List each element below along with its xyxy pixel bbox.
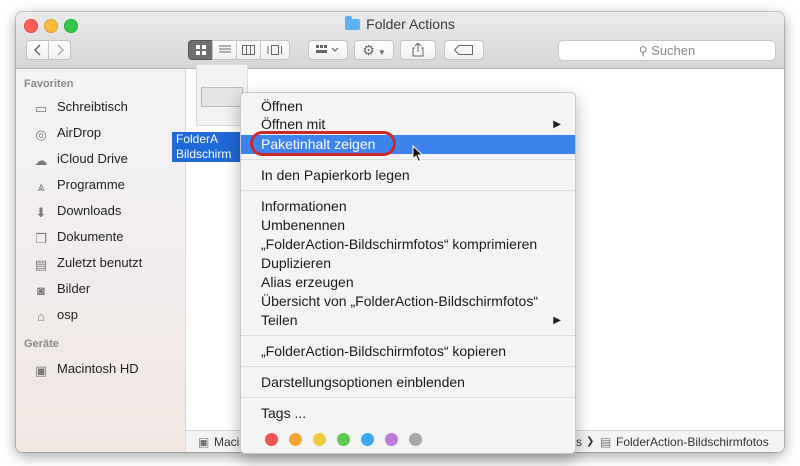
- chevron-right-icon: [56, 44, 64, 56]
- tag-color-dot[interactable]: [337, 433, 350, 446]
- applications-icon: ⩓: [37, 179, 45, 194]
- sidebar-item-pictures[interactable]: ◙ Bilder: [32, 278, 90, 300]
- forward-button[interactable]: [48, 40, 71, 60]
- list-view-button[interactable]: [212, 40, 237, 60]
- icon-view-button[interactable]: [188, 40, 213, 60]
- gear-icon: ⚙: [362, 42, 375, 58]
- desktop-icon: ▭: [34, 101, 48, 116]
- share-button[interactable]: [400, 40, 436, 60]
- tag-button[interactable]: [444, 40, 484, 60]
- file-label-line1[interactable]: FolderA: [172, 132, 242, 147]
- search-placeholder: Suchen: [651, 43, 696, 58]
- menu-item-rename[interactable]: Umbenennen: [241, 216, 575, 235]
- list-icon: [218, 45, 231, 53]
- sidebar-item-downloads[interactable]: ⬇ Downloads: [32, 200, 122, 222]
- submenu-arrow-icon: ▶: [553, 119, 561, 130]
- menu-item-make-alias[interactable]: Alias erzeugen: [241, 273, 575, 292]
- back-button[interactable]: [26, 40, 49, 60]
- search-icon: ⚲: [638, 44, 648, 58]
- tag-color-dot[interactable]: [409, 433, 422, 446]
- path-segment-current[interactable]: FolderAction-Bildschirmfotos: [616, 431, 769, 452]
- sidebar-item-applications[interactable]: ⩓ Programme: [32, 174, 125, 196]
- documents-icon: ❐: [35, 231, 47, 246]
- sidebar: Favoriten ▭ Schreibtisch ◎ AirDrop ☁ iCloud…: [16, 69, 186, 452]
- tag-icon: [453, 45, 473, 55]
- menu-item-open[interactable]: Öffnen: [241, 97, 575, 116]
- arrange-button[interactable]: [308, 40, 348, 60]
- sidebar-item-icloud[interactable]: ☁ iCloud Drive: [32, 148, 128, 170]
- column-view-button[interactable]: [236, 40, 261, 60]
- window-title: Folder Actions: [16, 16, 784, 32]
- coverflow-icon: [267, 45, 282, 55]
- path-segment-start[interactable]: Maci: [214, 431, 239, 452]
- recents-icon: ▤: [34, 257, 48, 272]
- airdrop-icon: ◎: [35, 127, 47, 142]
- annotation-highlight-ring: [250, 131, 396, 156]
- downloads-icon: ⬇: [35, 205, 47, 220]
- sidebar-item-documents[interactable]: ❐ Dokumente: [32, 226, 123, 248]
- arrange-icon: [316, 45, 339, 53]
- tag-color-dot[interactable]: [361, 433, 374, 446]
- menu-item-share[interactable]: Teilen ▶: [241, 311, 575, 330]
- screenshot-preview: [201, 87, 243, 107]
- sidebar-item-desktop[interactable]: ▭ Schreibtisch: [32, 96, 128, 118]
- menu-item-show-view-options[interactable]: Darstellungsoptionen einblenden: [241, 373, 575, 392]
- action-menu-button[interactable]: ⚙ ▼: [354, 40, 394, 60]
- menu-item-compress[interactable]: „FolderAction-Bildschirmfotos“ komprimie…: [241, 235, 575, 254]
- menu-item-copy[interactable]: „FolderAction-Bildschirmfotos“ kopieren: [241, 342, 575, 361]
- share-icon: [412, 42, 424, 57]
- home-icon: ⌂: [37, 309, 45, 324]
- coverflow-view-button[interactable]: [260, 40, 290, 60]
- path-separator-icon: ❯: [586, 436, 595, 447]
- menu-item-get-info[interactable]: Informationen: [241, 197, 575, 216]
- tag-color-dot[interactable]: [385, 433, 398, 446]
- folder-icon: [345, 16, 361, 30]
- menu-separator: [241, 190, 575, 191]
- file-label-line2[interactable]: Bildschirm: [172, 147, 242, 162]
- chevron-down-icon: ▼: [377, 48, 386, 57]
- columns-icon: [242, 45, 255, 55]
- menu-separator: [241, 366, 575, 367]
- titlebar: Folder Actions ⚙ ▼ ⚲ Suchen: [16, 12, 784, 69]
- sidebar-item-airdrop[interactable]: ◎ AirDrop: [32, 122, 101, 144]
- tag-color-dot[interactable]: [313, 433, 326, 446]
- path-segment-end[interactable]: s: [576, 431, 582, 452]
- menu-item-quick-look[interactable]: Übersicht von „FolderAction-Bildschirmfo…: [241, 292, 575, 311]
- chevron-left-icon: [33, 44, 41, 56]
- camera-icon: ◙: [37, 283, 45, 298]
- menu-separator: [241, 335, 575, 336]
- tag-color-dot[interactable]: [289, 433, 302, 446]
- grid-icon: [195, 45, 206, 55]
- harddrive-icon: ▣: [34, 363, 48, 378]
- menu-item-tags[interactable]: Tags ...: [241, 404, 575, 423]
- sidebar-item-home[interactable]: ⌂ osp: [32, 304, 78, 326]
- submenu-arrow-icon: ▶: [553, 315, 561, 326]
- tag-color-dot[interactable]: [265, 433, 278, 446]
- document-icon: ▤: [600, 435, 612, 449]
- sidebar-heading-favorites: Favoriten: [24, 78, 74, 90]
- mouse-cursor-icon: [412, 145, 424, 163]
- menu-item-move-to-trash[interactable]: In den Papierkorb legen: [241, 166, 575, 185]
- sidebar-item-macintosh-hd[interactable]: ▣ Macintosh HD: [32, 358, 139, 380]
- sidebar-heading-devices: Geräte: [24, 338, 59, 350]
- harddrive-icon: ▣: [198, 435, 210, 449]
- menu-separator: [241, 159, 575, 160]
- menu-separator: [241, 397, 575, 398]
- search-field[interactable]: ⚲ Suchen: [558, 40, 776, 61]
- sidebar-item-recents[interactable]: ▤ Zuletzt benutzt: [32, 252, 142, 274]
- menu-item-duplicate[interactable]: Duplizieren: [241, 254, 575, 273]
- cloud-icon: ☁: [34, 153, 48, 168]
